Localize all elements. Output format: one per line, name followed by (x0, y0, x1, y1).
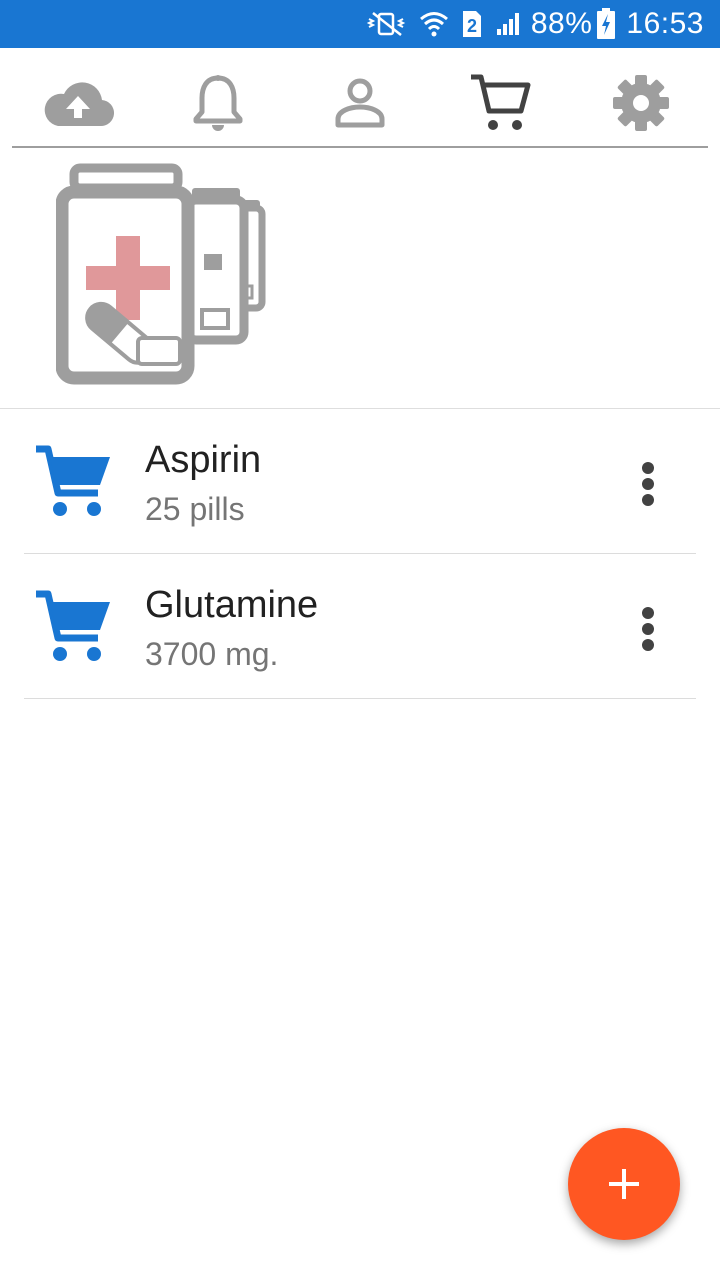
sim-label: 2 (467, 16, 477, 36)
battery-percentage: 88% (530, 7, 593, 40)
item-title: Aspirin (145, 439, 262, 481)
add-item-button[interactable] (568, 1128, 680, 1240)
tab-divider (12, 146, 708, 148)
pill-bottles-icon (55, 162, 272, 388)
vibrate-off-icon (366, 11, 407, 37)
tab-notifications[interactable] (178, 68, 258, 138)
more-vert-icon (642, 462, 654, 506)
tab-bar (0, 48, 720, 148)
more-vert-icon (642, 607, 654, 651)
signal-icon (495, 11, 523, 37)
list-item[interactable]: Glutamine 3700 mg. (0, 554, 720, 699)
wifi-icon (419, 10, 449, 38)
row-divider (24, 698, 696, 699)
cart-icon (36, 590, 110, 661)
tab-shopping[interactable] (460, 68, 540, 138)
item-title: Glutamine (145, 584, 319, 626)
cloud-upload-icon (44, 82, 114, 127)
tab-profile[interactable] (320, 68, 400, 138)
tab-cloud-upload[interactable] (38, 68, 118, 138)
battery-charging-icon (596, 8, 616, 40)
shopping-cart-icon (471, 74, 531, 130)
item-subtitle: 25 pills (145, 491, 245, 527)
sim-2-icon: 2 (461, 9, 483, 39)
cart-icon (36, 445, 110, 516)
bell-icon (193, 75, 243, 131)
more-options-button[interactable] (618, 594, 678, 664)
person-icon (335, 78, 385, 128)
more-options-button[interactable] (618, 449, 678, 519)
plus-icon (609, 1169, 639, 1199)
list-item[interactable]: Aspirin 25 pills (0, 409, 720, 554)
status-bar: 2 88% 16:53 (0, 0, 720, 48)
gear-icon (613, 75, 669, 131)
item-subtitle: 3700 mg. (145, 636, 279, 672)
clock: 16:53 (626, 7, 704, 40)
tab-settings[interactable] (601, 68, 681, 138)
